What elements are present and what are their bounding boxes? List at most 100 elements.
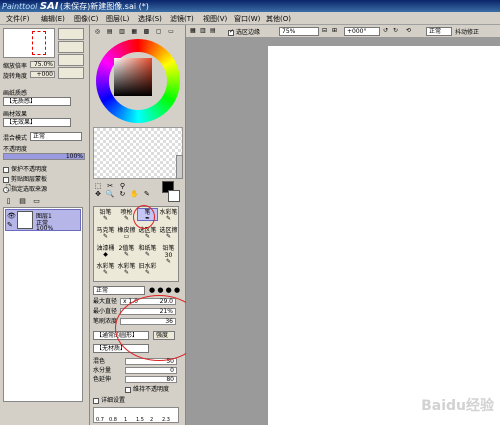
color-mixer-mode-icon[interactable]: ▦ — [130, 28, 139, 36]
rgb-slider-mode-icon[interactable]: ▤ — [105, 28, 114, 36]
zoom-in-icon[interactable]: ⊞ — [332, 27, 337, 34]
reset-rotation-icon[interactable]: ⟲ — [406, 27, 411, 34]
logo-prefix: Paint — [2, 2, 23, 11]
tool-bucket[interactable]: 油漆桶 ◆ — [95, 244, 116, 258]
opacity-slider[interactable]: 100% — [3, 153, 85, 160]
brush-mode-select[interactable]: 正常 — [93, 286, 145, 295]
selection-edge-option[interactable]: 选区边缘 — [228, 27, 260, 36]
tool-binary-pen[interactable]: 2值笔 ✎ — [116, 244, 137, 258]
rotate-label: 旋转角度 — [3, 73, 28, 80]
saturation-value-square[interactable] — [114, 58, 152, 96]
lock-pen-icon[interactable]: ✎ — [7, 221, 13, 229]
menu-layer[interactable]: 图层(L) — [106, 14, 129, 24]
navigator-viewport[interactable] — [32, 31, 46, 55]
eyedropper-icon[interactable]: ✎ — [142, 190, 152, 198]
scratch-scrollbar[interactable] — [176, 155, 183, 179]
preset-label[interactable]: 1.5 — [136, 417, 144, 423]
detail-settings-label: 详细设置 — [101, 397, 126, 404]
menu-edit[interactable]: 编辑(E) — [41, 14, 65, 24]
logo-tool: tool — [22, 2, 38, 11]
paper-texture-select[interactable]: 【无质感】 — [3, 97, 71, 106]
protect-opacity-option[interactable]: 保护不透明度 — [3, 164, 47, 173]
tool-marker[interactable]: 马克笔 ✎ — [95, 226, 116, 240]
keep-opacity-option[interactable]: 维持不透明度 — [125, 385, 169, 394]
preset-label[interactable]: 1 — [124, 417, 127, 423]
tool-pencil30[interactable]: 铅笔30 ✎ — [158, 244, 179, 265]
rotate-ccw-icon[interactable]: ↺ — [383, 27, 388, 34]
tool-eraser[interactable]: 橡皮擦 ▭ — [116, 226, 137, 240]
menu-select[interactable]: 选择(S) — [138, 14, 162, 24]
preset-label[interactable]: 2.3 — [162, 417, 170, 423]
new-layer-icon[interactable]: 🗋 — [4, 184, 13, 193]
preset-label[interactable]: 0.8 — [109, 417, 117, 423]
tool-watercolor-3[interactable]: 水彩笔 ✎ — [116, 262, 137, 276]
brush-shape-dots-icon[interactable]: ● ● ● ● — [149, 286, 180, 294]
menu-window[interactable]: 窗口(W) — [234, 14, 260, 24]
hsv-slider-mode-icon[interactable]: ▥ — [117, 28, 126, 36]
move-icon[interactable]: ✥ — [93, 190, 103, 198]
color-wheel-mode-icon[interactable]: ◎ — [93, 28, 102, 36]
app-logo: Painttool SAI — [2, 1, 59, 12]
persist-slider[interactable]: 80 — [125, 376, 177, 383]
toolbar-icon[interactable]: ▤ — [210, 27, 216, 34]
preset-label[interactable]: 2 — [150, 417, 153, 423]
paper-effect-select[interactable]: 【无效果】 — [3, 118, 71, 127]
rotate-slider[interactable]: +000 — [30, 71, 55, 78]
detail-settings-checkbox[interactable] — [93, 397, 99, 404]
preset-label[interactable]: 0.7 — [96, 417, 104, 423]
hand-icon[interactable]: ✋ — [130, 190, 140, 198]
water-slider[interactable]: 0 — [125, 367, 177, 374]
tool-watercolor[interactable]: 水彩笔 ✎ — [158, 208, 179, 222]
new-layer-button-icon[interactable]: ▯ — [4, 197, 13, 206]
zoom-slider[interactable]: 75.0% — [30, 61, 55, 68]
zoom-out-icon[interactable]: ⊟ — [322, 27, 327, 34]
new-linework-layer-icon[interactable]: ▤ — [18, 197, 27, 206]
scratch-pad-mode-icon[interactable]: ▢ — [154, 28, 163, 36]
tool-old-watercolor[interactable]: 旧水彩 ✎ — [137, 262, 158, 276]
new-folder-icon[interactable]: ▭ — [32, 197, 41, 206]
tool-washi-pen[interactable]: 和纸笔 ✎ — [137, 244, 158, 258]
protect-opacity-checkbox[interactable] — [3, 166, 9, 173]
rotate-cw-icon[interactable]: ↻ — [393, 27, 398, 34]
rotate-left-button[interactable] — [58, 54, 84, 66]
toolbar-icon[interactable]: ▥ — [200, 27, 206, 34]
layer-row[interactable]: 👁 ✎ 图层1 正常 100% — [5, 209, 81, 232]
navigator-buttons — [58, 28, 86, 80]
menu-file[interactable]: 文件(F) — [6, 14, 30, 24]
selection-tools: ⬚ ✂ ⚲ ✥ 🔍 ↻ ✋ ✎ — [93, 182, 153, 204]
expand-icon[interactable]: ▭ — [166, 28, 175, 36]
rotate-right-button[interactable] — [58, 67, 84, 79]
view-blend-select[interactable]: 正常 — [426, 27, 452, 36]
detail-settings-option[interactable]: 详细设置 — [93, 396, 125, 405]
menu-view[interactable]: 视图(V) — [203, 14, 227, 24]
marquee-select-icon[interactable]: ⬚ — [93, 182, 103, 190]
tool-pencil[interactable]: 铅笔 ✎ — [95, 208, 116, 222]
scratch-pad[interactable] — [93, 127, 183, 179]
menu-other[interactable]: 其他(O) — [266, 14, 291, 24]
selection-edge-checkbox[interactable] — [228, 29, 234, 36]
angle-select[interactable]: +000° — [344, 27, 380, 36]
title-bar: Painttool SAI (未保存)新建图像.sai (*) — [0, 0, 500, 12]
toolbar-icon[interactable]: ▦ — [190, 27, 196, 34]
lasso-select-icon[interactable]: ✂ — [105, 182, 115, 190]
zoom-out-button[interactable] — [58, 41, 84, 53]
zoom-select[interactable]: 75% — [279, 27, 319, 36]
background-color-swatch[interactable] — [168, 190, 180, 202]
menu-filter[interactable]: 滤镜(T) — [170, 14, 194, 24]
keep-opacity-checkbox[interactable] — [125, 386, 131, 393]
clip-group-option[interactable]: 剪贴图层蒙板 — [3, 174, 47, 183]
drawing-canvas[interactable] — [268, 46, 500, 425]
layer-thumbnail — [17, 211, 33, 229]
tool-select-eraser[interactable]: 选区擦 ✎ — [158, 226, 179, 240]
navigator-preview[interactable] — [3, 28, 55, 58]
menu-image[interactable]: 图像(C) — [74, 14, 98, 24]
magic-wand-icon[interactable]: ⚲ — [117, 182, 127, 190]
swatches-mode-icon[interactable]: ▩ — [142, 28, 151, 36]
visibility-eye-icon[interactable]: 👁 — [7, 212, 16, 220]
zoom-in-button[interactable] — [58, 28, 84, 40]
clip-group-checkbox[interactable] — [3, 176, 9, 183]
rotate-view-icon[interactable]: ↻ — [117, 190, 127, 198]
tool-watercolor-2[interactable]: 水彩笔 ✎ — [95, 262, 116, 276]
blend-mode-select[interactable]: 正常 — [30, 132, 82, 141]
zoom-icon[interactable]: 🔍 — [105, 190, 115, 198]
